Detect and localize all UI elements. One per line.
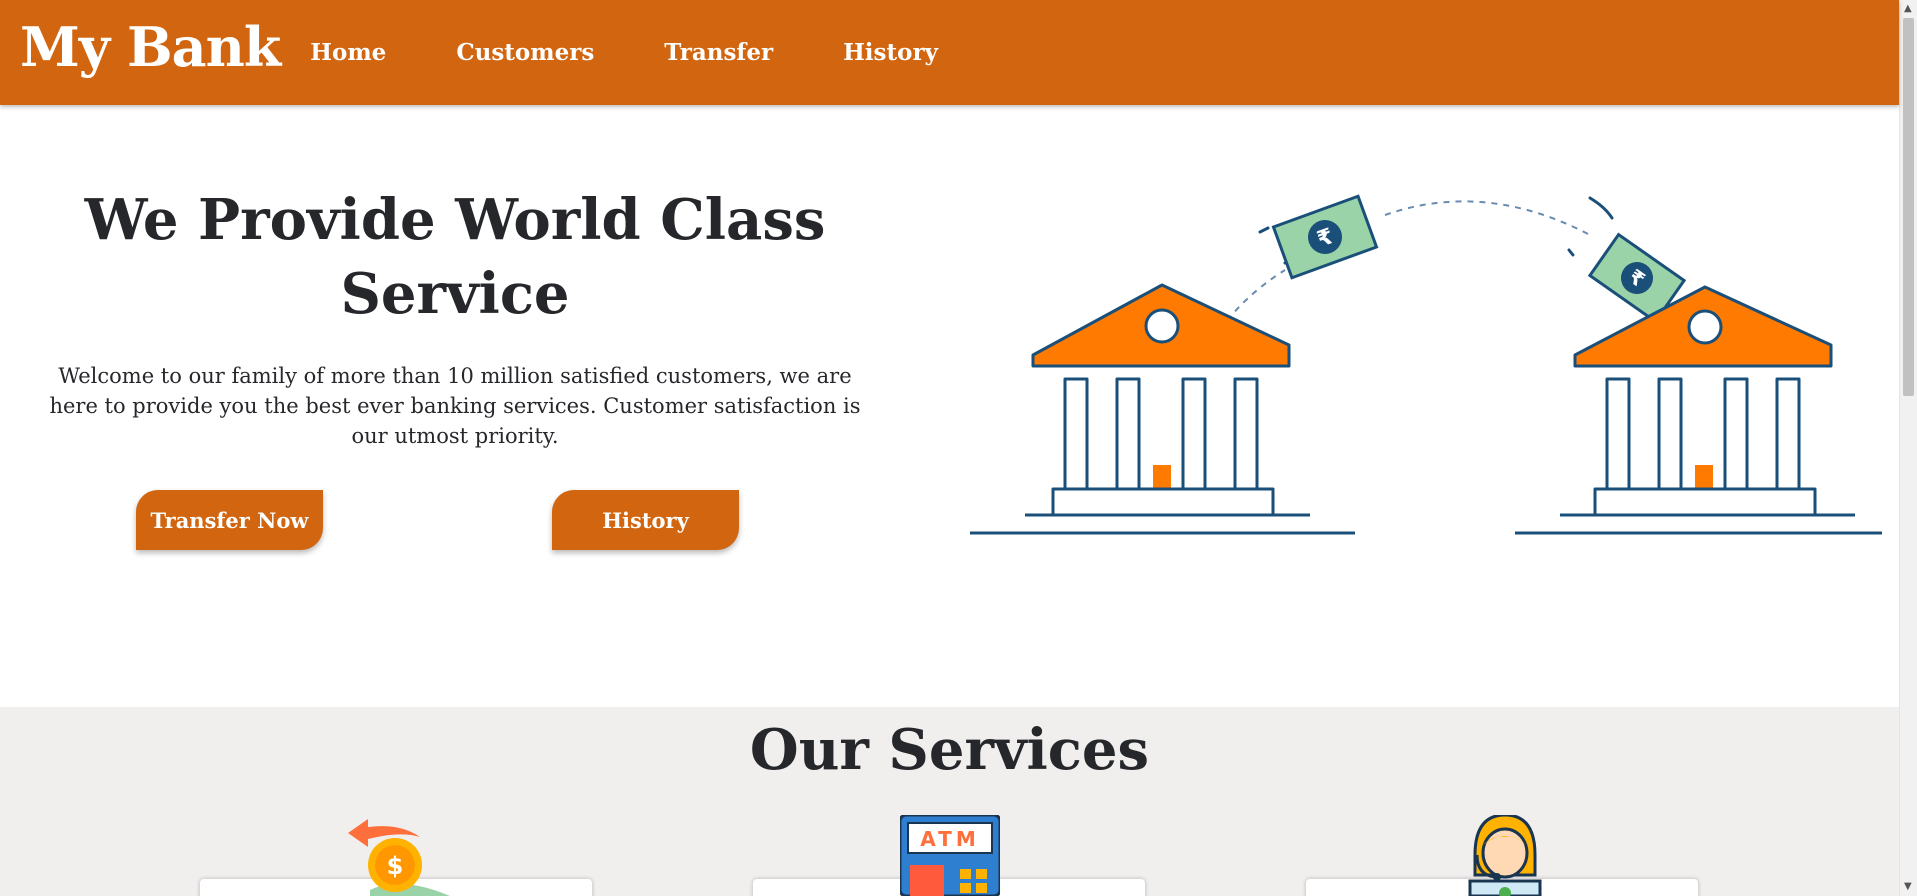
scroll-up-icon[interactable]: ▲ [1904, 4, 1912, 14]
customer-support-icon [1468, 815, 1542, 896]
banknote-icon: ₹ [1271, 194, 1379, 280]
svg-text:$: $ [387, 852, 404, 880]
svg-text:ATM: ATM [920, 827, 979, 851]
vertical-scrollbar[interactable]: ▲ ▼ [1899, 0, 1917, 896]
hero-description: Welcome to our family of more than 10 mi… [49, 364, 861, 448]
services-section: Our Services $ ATM [0, 707, 1899, 896]
bank-building-right [1515, 285, 1882, 535]
brand-logo[interactable]: My Bank [20, 20, 281, 74]
hero-title: We Provide World Class Service [84, 187, 826, 327]
bank-transfer-illustration: ₹ ₹ [970, 194, 1882, 535]
nav-transfer[interactable]: Transfer [664, 39, 773, 66]
nav-customers[interactable]: Customers [456, 39, 594, 66]
atm-icon: ATM [900, 815, 1000, 896]
services-title: Our Services [749, 717, 1150, 783]
scroll-down-icon[interactable]: ▼ [1904, 882, 1912, 892]
navbar: My Bank Home Customers Transfer History [0, 0, 1899, 105]
money-transfer-icon: $ [348, 819, 450, 896]
bank-building-left [970, 283, 1355, 535]
history-button[interactable]: History [552, 490, 739, 550]
nav-home[interactable]: Home [310, 39, 386, 66]
scroll-thumb[interactable] [1903, 18, 1914, 396]
nav-history[interactable]: History [843, 39, 938, 66]
nav-links: Home Customers Transfer History [310, 39, 1008, 66]
hero-section: We Provide World Class Service Welcome t… [0, 105, 1899, 707]
transfer-now-button[interactable]: Transfer Now [136, 490, 323, 550]
